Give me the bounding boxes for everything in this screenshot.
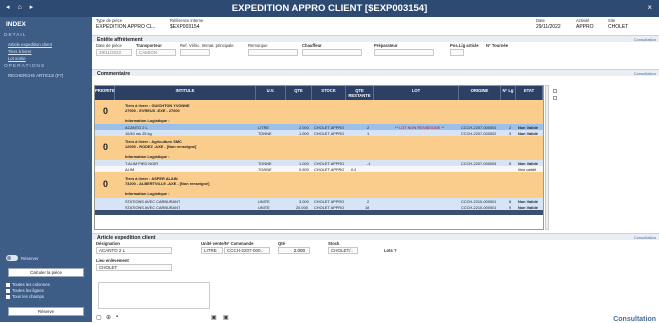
window-icon[interactable]: ▢ xyxy=(96,314,102,321)
comment-mode: Consultation xyxy=(633,71,656,76)
group-line: 73200 - ALBERTVILLE -AXE - [Non renseign… xyxy=(125,181,210,186)
sidebar: INDEX DETAIL Article expedition client T… xyxy=(0,17,92,322)
col-etat[interactable]: ETAT xyxy=(516,86,543,100)
col-stock[interactable]: STOCK xyxy=(312,86,346,100)
driver-label: Chauffeur xyxy=(302,43,322,48)
group-header[interactable]: 0 Tiers à livrer : GUICHTON YVONNE 27000… xyxy=(95,100,543,124)
group-line: Information Logistique : xyxy=(125,154,170,159)
pos-label: Pos.Lig article xyxy=(450,43,479,48)
calculate-button[interactable]: Calculer la pièce xyxy=(8,268,84,277)
entete-title: Entête affrètement xyxy=(97,36,143,43)
title-bar: ◂ ⌂ ▸ EXPEDITION APPRO CLIENT [$EXP00315… xyxy=(0,0,659,17)
stock-label: Stock xyxy=(328,241,340,246)
close-icon[interactable]: × xyxy=(647,3,652,12)
qty-label: Qté xyxy=(278,241,285,246)
group-priority: 0 xyxy=(103,179,109,189)
col-origine[interactable]: ORIGINE xyxy=(459,86,501,100)
preparer-field[interactable] xyxy=(374,49,434,56)
col-priorite[interactable]: PRIORITE xyxy=(95,86,115,100)
designation-field[interactable]: ACANTO 2 L xyxy=(96,247,172,254)
preparer-label: Préparateur xyxy=(374,43,398,48)
date-piece-field[interactable]: 29/11/2022 xyxy=(96,49,132,56)
entete-mode: Consultation xyxy=(633,37,656,42)
lines-grid[interactable]: PRIORITE INTITULE U.V. QTE STOCK QTE RES… xyxy=(94,85,544,230)
export-icon[interactable]: ▣ xyxy=(223,314,229,321)
order-field[interactable]: CCCH-2207-000.. xyxy=(224,247,270,254)
comment-title: Commentaire xyxy=(97,70,131,77)
check-all-columns[interactable]: Toutes les colonnes xyxy=(6,282,50,287)
comment-section[interactable]: Commentaire Consultation xyxy=(92,69,659,77)
date-value[interactable]: 29/11/2022 xyxy=(536,24,561,30)
col-lot[interactable]: LOT xyxy=(374,86,459,100)
lots-label: Lots ? xyxy=(384,248,397,253)
reserve-toggle-label: Réserver xyxy=(21,256,39,261)
group-line: 27000 - EVREUX -EXE - 27000 xyxy=(125,108,180,113)
type-label: Type de pièce xyxy=(96,18,123,23)
pickup-label: Lieu enlèvement xyxy=(96,258,129,263)
transporter-label: Transporteur xyxy=(136,43,162,48)
print-icon[interactable]: ▣ xyxy=(211,314,217,321)
sidebar-item-article[interactable]: Article expedition client xyxy=(8,42,52,47)
col-intitule[interactable]: INTITULE xyxy=(115,86,256,100)
transporter-field[interactable]: CAMION xyxy=(136,49,176,56)
ref-value[interactable]: $EXP003154 xyxy=(170,24,199,30)
site-value[interactable]: CHOLET xyxy=(608,24,628,30)
type-value[interactable]: EXPEDITION APPRO CL.. xyxy=(96,24,155,30)
uv-label: Unité vente/N° Commande xyxy=(201,241,254,246)
pos-field[interactable] xyxy=(450,49,464,56)
col-qte[interactable]: QTE xyxy=(286,86,312,100)
reserve-toggle[interactable] xyxy=(6,255,18,261)
sidebar-item-recherche[interactable]: RECHERCHE ARTICLE (F7) xyxy=(8,73,63,78)
group-priority: 0 xyxy=(103,106,109,116)
article-title: Article expedition client xyxy=(97,234,156,241)
date-label: Date xyxy=(536,18,545,23)
vehicle-label: Ref. Véhic. Immat. principale xyxy=(180,43,234,48)
delete-icon[interactable]: ▪ xyxy=(116,314,118,320)
col-qte-restante[interactable]: QTE RESTANTE xyxy=(346,86,374,100)
sidebar-section-detail: DETAIL xyxy=(4,33,27,38)
article-section[interactable]: Article expedition client Consultation xyxy=(92,233,659,241)
group-priority: 0 xyxy=(103,142,109,152)
grid-tool-icon[interactable] xyxy=(553,96,557,100)
sidebar-section-operations: OPERATIONS xyxy=(4,64,46,69)
group-header[interactable]: 0 Tiers à livrer : ASPER ALAIN 73200 - A… xyxy=(95,172,543,198)
check-all-fields[interactable]: Tous les champs xyxy=(6,294,44,299)
grid-scrollbar[interactable] xyxy=(545,85,549,230)
text-area[interactable] xyxy=(98,282,210,309)
article-mode: Consultation xyxy=(633,235,656,240)
ref-label: Référence interne xyxy=(170,18,204,23)
pickup-field[interactable]: CHOLET xyxy=(96,264,172,271)
refresh-icon[interactable]: ⊕ xyxy=(106,314,111,321)
activity-value[interactable]: APPRO xyxy=(576,24,594,30)
qty-field[interactable]: 2.000 xyxy=(278,247,310,254)
table-total-row xyxy=(95,210,543,215)
vehicle-field[interactable] xyxy=(180,49,210,56)
sidebar-item-lot[interactable]: Lot sortie xyxy=(8,56,26,61)
group-header[interactable]: 0 Tiers à livrer : Agriculture SMC 12000… xyxy=(95,136,543,160)
group-line: 12000 - RODEZ -AXE - [Non renseigné] xyxy=(125,144,197,149)
site-label: Site xyxy=(608,18,616,23)
driver-field[interactable] xyxy=(302,49,362,56)
sidebar-item-tiers[interactable]: Tiers à livrer xyxy=(8,49,31,54)
date-piece-label: Date de pièce xyxy=(96,43,122,48)
main-panel: Type de pièce EXPEDITION APPRO CL.. Réfé… xyxy=(92,17,659,323)
sidebar-header: INDEX xyxy=(6,21,26,28)
col-uv[interactable]: U.V. xyxy=(256,86,286,100)
trailer-label: Remorque xyxy=(248,43,268,48)
tour-label: N° Tournée xyxy=(486,43,509,48)
col-nlg[interactable]: N° Lg xyxy=(501,86,516,100)
grid-tool-icon[interactable] xyxy=(553,89,557,93)
activity-label: Activité xyxy=(576,18,590,23)
trailer-field[interactable] xyxy=(248,49,298,56)
check-all-lines[interactable]: Toutes les lignes xyxy=(6,288,44,293)
group-line: Information Logistique : xyxy=(125,191,170,196)
designation-label: Désignation xyxy=(96,241,120,246)
group-line: Information Logistique : xyxy=(125,118,170,123)
entete-section[interactable]: Entête affrètement Consultation xyxy=(92,35,659,43)
uv-field[interactable]: LITRE xyxy=(201,247,223,254)
stock-field[interactable]: CHOLET/.. xyxy=(328,247,358,254)
window-title: EXPEDITION APPRO CLIENT [$EXP003154] xyxy=(231,3,428,14)
reserve-button[interactable]: Réserve xyxy=(8,307,84,316)
